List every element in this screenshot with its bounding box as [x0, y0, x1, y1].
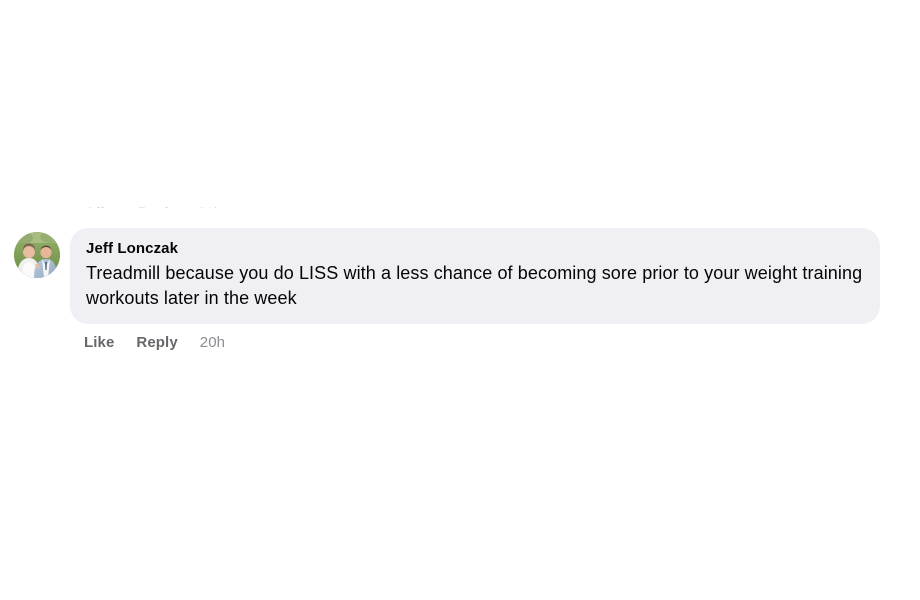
comment-timestamp[interactable]: 20h — [200, 334, 225, 352]
comment-item: Jeff Lonczak Treadmill because you do LI… — [14, 228, 904, 352]
avatar[interactable] — [14, 232, 60, 278]
clipped-reply-button: Reply — [138, 205, 176, 208]
comment-content: Jeff Lonczak Treadmill because you do LI… — [70, 228, 880, 352]
comment-author-name[interactable]: Jeff Lonczak — [86, 239, 864, 259]
comment-actions: Like Reply 20h — [84, 334, 225, 352]
comment-bubble: Jeff Lonczak Treadmill because you do LI… — [70, 228, 880, 324]
like-button[interactable]: Like — [84, 334, 114, 352]
clipped-like-button: Like — [88, 205, 116, 208]
comment-body-text: Treadmill because you do LISS with a les… — [86, 263, 868, 308]
clipped-previous-comment-actions: Like Reply 21h — [88, 186, 222, 208]
user-avatar-photo-icon — [14, 232, 60, 278]
reply-button[interactable]: Reply — [136, 334, 177, 352]
clipped-timestamp: 21h — [198, 205, 221, 208]
